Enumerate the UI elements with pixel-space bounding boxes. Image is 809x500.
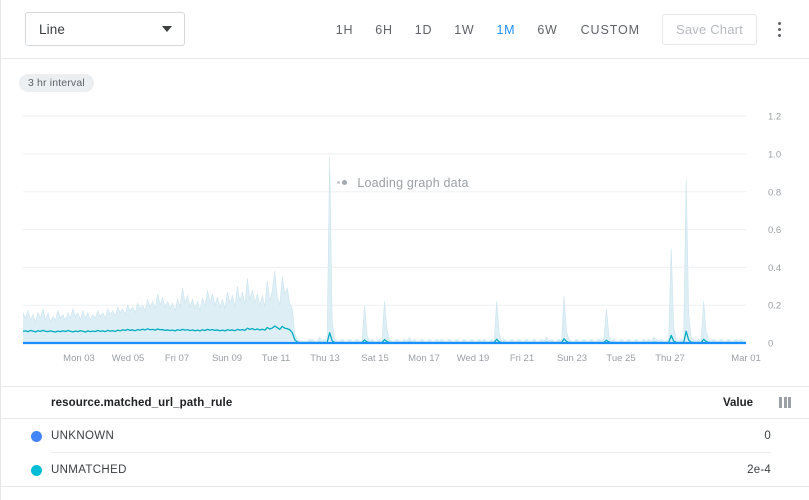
svg-text:1.2: 1.2 (768, 112, 781, 123)
chart-area[interactable]: 0 0.2 0.4 0.6 0.8 1.0 1.2 Mon 03 Wed 05 Fri 07 Sun… (1, 93, 809, 385)
timeseries-chart[interactable]: 0 0.2 0.4 0.6 0.8 1.0 1.2 Mon 03 Wed 05 Fri 07 Sun… (1, 93, 809, 385)
svg-text:0.2: 0.2 (768, 301, 781, 312)
range-1d[interactable]: 1D (404, 15, 443, 45)
svg-text:Sun 23: Sun 23 (557, 353, 587, 364)
svg-text:Fri 21: Fri 21 (510, 353, 534, 364)
time-range-group: 1H 6H 1D 1W 1M 6W CUSTOM Save Chart (325, 0, 757, 59)
chevron-down-icon (162, 26, 172, 32)
svg-text:Wed 05: Wed 05 (112, 353, 145, 364)
table-row[interactable]: UNMATCHED 2e-4 (1, 453, 809, 487)
kebab-dot (778, 28, 781, 31)
kebab-menu-icon[interactable] (767, 0, 791, 59)
svg-text:Sun 09: Sun 09 (212, 353, 242, 364)
svg-text:Mon 03: Mon 03 (63, 353, 95, 364)
legend-table: resource.matched_url_path_rule Value UNK… (1, 386, 809, 487)
range-1m[interactable]: 1M (485, 15, 526, 45)
legend-series-value: 0 (764, 430, 771, 442)
interval-badge: 3 hr interval (19, 74, 94, 92)
save-chart-button[interactable]: Save Chart (662, 14, 757, 45)
svg-text:0.8: 0.8 (768, 187, 781, 198)
legend-series-name: UNKNOWN (51, 430, 114, 442)
legend-group-header: resource.matched_url_path_rule (51, 397, 232, 409)
svg-text:Mon 17: Mon 17 (408, 353, 440, 364)
kebab-dot (778, 34, 781, 37)
range-6w[interactable]: 6W (526, 15, 568, 45)
chart-type-dropdown[interactable]: Line (25, 12, 185, 46)
svg-text:0.6: 0.6 (768, 225, 781, 236)
svg-text:Fri 07: Fri 07 (165, 353, 189, 364)
kebab-dot (778, 22, 781, 25)
svg-text:1.0: 1.0 (768, 149, 781, 160)
svg-text:Thu 27: Thu 27 (655, 353, 685, 364)
svg-text:Tue 11: Tue 11 (262, 353, 291, 364)
range-6h[interactable]: 6H (364, 15, 403, 45)
range-1h[interactable]: 1H (325, 15, 364, 45)
svg-text:Mar 01: Mar 01 (731, 353, 761, 364)
series-color-swatch (31, 465, 42, 476)
chart-toolbar: Line 1H 6H 1D 1W 1M 6W CUSTOM Save Chart (1, 0, 809, 59)
svg-text:Wed 19: Wed 19 (457, 353, 490, 364)
svg-text:0: 0 (768, 339, 773, 350)
row-divider (1, 486, 809, 487)
svg-text:Tue 25: Tue 25 (606, 353, 635, 364)
svg-text:0.4: 0.4 (768, 263, 781, 274)
legend-value-header: Value (723, 397, 753, 409)
range-custom[interactable]: CUSTOM (569, 15, 652, 45)
legend-series-value: 2e-4 (747, 464, 771, 476)
range-1w[interactable]: 1W (443, 15, 485, 45)
series-color-swatch (31, 431, 42, 442)
chart-type-value: Line (39, 22, 65, 37)
svg-text:Sat 15: Sat 15 (361, 353, 388, 364)
svg-text:Thu 13: Thu 13 (310, 353, 340, 364)
legend-series-name: UNMATCHED (51, 464, 127, 476)
columns-icon[interactable] (779, 397, 791, 408)
chart-panel: Line 1H 6H 1D 1W 1M 6W CUSTOM Save Chart… (0, 0, 809, 500)
legend-header-row: resource.matched_url_path_rule Value (1, 386, 809, 419)
table-row[interactable]: UNKNOWN 0 (1, 419, 809, 453)
